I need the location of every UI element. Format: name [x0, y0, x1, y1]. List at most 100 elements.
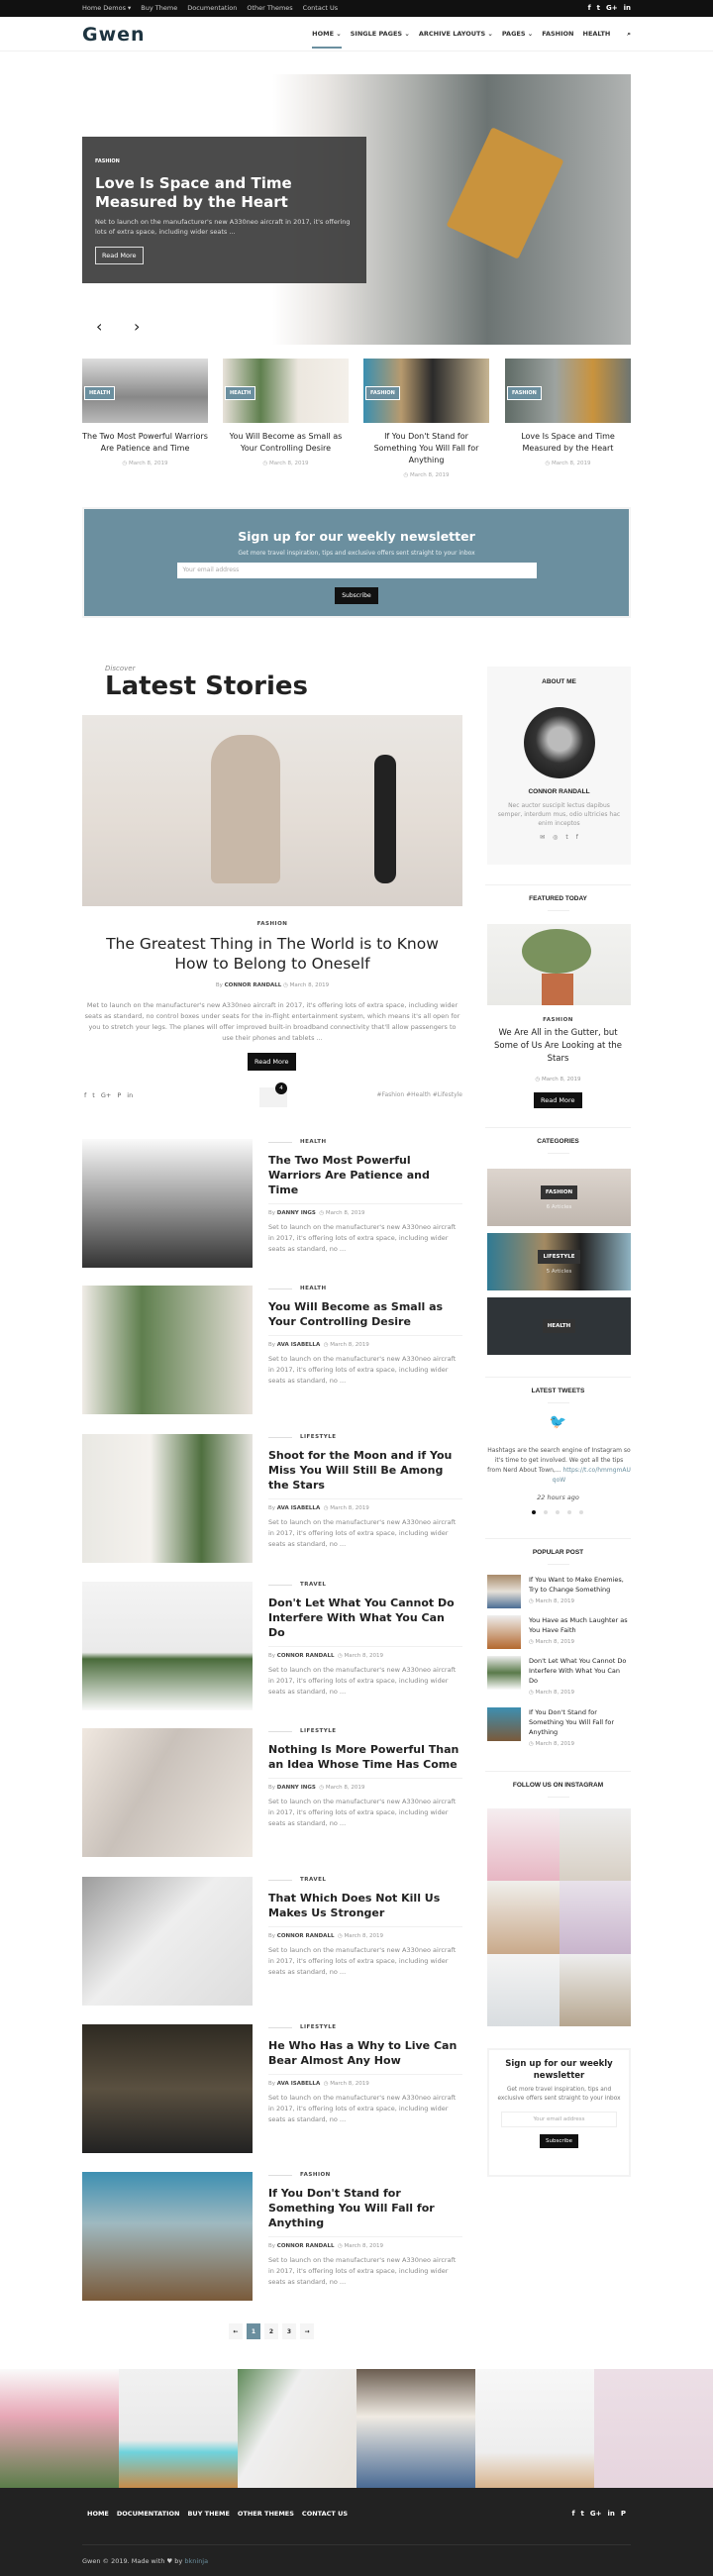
post-author[interactable]: AVA ISABELLA	[277, 1342, 320, 1348]
popular-post-item[interactable]: You Have as Much Laughter as You Have Fa…	[487, 1615, 631, 1649]
nav-single-pages[interactable]: SINGLE PAGES ⌄	[351, 30, 410, 49]
card-title[interactable]: The Two Most Powerful Warriors Are Patie…	[82, 431, 208, 455]
carousel-dot[interactable]	[532, 1510, 536, 1514]
post-category[interactable]: HEALTH	[268, 1139, 462, 1145]
footer-link-documentation[interactable]: DOCUMENTATION	[117, 2510, 180, 2518]
carousel-dot[interactable]	[567, 1510, 571, 1514]
instagram-strip-photo[interactable]	[238, 2369, 356, 2488]
nav-archive-layouts[interactable]: ARCHIVE LAYOUTS ⌄	[419, 30, 493, 49]
post-author[interactable]: DANNY INGS	[277, 1785, 316, 1791]
post-category-label[interactable]: TRAVEL	[300, 1877, 326, 1883]
sidebar-newsletter-email-input[interactable]: Your email address	[501, 2112, 617, 2127]
post-category[interactable]: TRAVEL	[268, 1582, 462, 1588]
slider-card[interactable]: HEALTH You Will Become as Small as Your …	[223, 359, 349, 466]
popular-post-title[interactable]: Don't Let What You Cannot Do Interfere W…	[529, 1656, 631, 1686]
twitter-icon[interactable]: t	[580, 2510, 583, 2518]
post-category-label[interactable]: HEALTH	[300, 1286, 327, 1291]
comment-count[interactable]: 4	[275, 1082, 287, 1094]
slider-next-icon[interactable]: ›	[134, 317, 140, 336]
featured-today-read-more[interactable]: Read More	[534, 1092, 582, 1108]
pinterest-icon[interactable]: P	[117, 1091, 121, 1099]
card-image[interactable]: FASHION	[363, 359, 489, 423]
hero-title[interactable]: Love Is Space and Time Measured by the H…	[95, 174, 354, 212]
whatsapp-icon[interactable]: ◎	[553, 834, 558, 841]
email-icon[interactable]: ✉	[540, 834, 545, 841]
post-image[interactable]	[82, 1286, 253, 1414]
footer-link-buy-theme[interactable]: BUY THEME	[187, 2510, 229, 2518]
post-category-label[interactable]: HEALTH	[300, 1139, 327, 1145]
footer-link-home[interactable]: HOME	[87, 2510, 109, 2518]
popular-post-item[interactable]: If You Want to Make Enemies, Try to Chan…	[487, 1575, 631, 1608]
facebook-icon[interactable]: f	[588, 4, 591, 12]
featured-title[interactable]: The Greatest Thing in The World is to Kn…	[82, 934, 462, 974]
featured-read-more-button[interactable]: Read More	[248, 1053, 296, 1071]
category-label[interactable]: FASHION	[540, 1185, 578, 1199]
popular-post-thumb[interactable]	[487, 1575, 521, 1608]
post-title[interactable]: He Who Has a Why to Live Can Bear Almost…	[268, 2038, 462, 2075]
post-image[interactable]	[82, 2024, 253, 2153]
category-tile-health[interactable]: HEALTH	[487, 1297, 631, 1355]
featured-tags[interactable]: #Fashion #Health #Lifestyle	[377, 1091, 462, 1098]
featured-today-title[interactable]: We Are All in the Gutter, but Some of Us…	[490, 1027, 626, 1066]
post-category[interactable]: LIFESTYLE	[268, 1434, 462, 1440]
pagination-page-1[interactable]: 1	[247, 2323, 260, 2339]
post-image[interactable]	[82, 2172, 253, 2301]
logo[interactable]: Gwen	[82, 24, 146, 46]
card-badge[interactable]: HEALTH	[225, 386, 256, 400]
slider-card[interactable]: FASHION If You Don't Stand for Something…	[363, 359, 489, 478]
post-category-label[interactable]: FASHION	[300, 2172, 331, 2178]
post-image[interactable]	[82, 1139, 253, 1268]
post-title[interactable]: Nothing Is More Powerful Than an Idea Wh…	[268, 1742, 462, 1779]
card-badge[interactable]: FASHION	[507, 386, 542, 400]
slider-prev-icon[interactable]: ‹	[96, 317, 102, 336]
post-author[interactable]: CONNOR RANDALL	[277, 2243, 335, 2249]
popular-post-title[interactable]: If You Don't Stand for Something You Wil…	[529, 1707, 631, 1737]
featured-today-image[interactable]	[487, 924, 631, 1005]
instagram-strip-photo[interactable]	[0, 2369, 119, 2488]
topbar-link-home-demos[interactable]: Home Demos ▾	[82, 4, 131, 12]
post-image[interactable]	[82, 1728, 253, 1857]
featured-post-image[interactable]	[82, 715, 462, 906]
tweet-link[interactable]: https://t.co/hmmgmAUqoW	[553, 1467, 631, 1484]
newsletter-email-input[interactable]: Your email address	[176, 563, 537, 578]
author-link[interactable]: bkninja	[184, 2557, 208, 2565]
pinterest-icon[interactable]: P	[621, 2510, 626, 2518]
carousel-dot[interactable]	[544, 1510, 548, 1514]
post-image[interactable]	[82, 1434, 253, 1563]
slider-card[interactable]: FASHION Love Is Space and Time Measured …	[505, 359, 631, 466]
card-title[interactable]: You Will Become as Small as Your Control…	[223, 431, 349, 455]
facebook-icon[interactable]: f	[84, 1091, 86, 1099]
google-plus-icon[interactable]: G+	[606, 4, 618, 12]
featured-author[interactable]: CONNOR RANDALL	[225, 982, 282, 988]
popular-post-title[interactable]: If You Want to Make Enemies, Try to Chan…	[529, 1575, 631, 1595]
popular-post-title[interactable]: You Have as Much Laughter as You Have Fa…	[529, 1615, 631, 1635]
popular-post-thumb[interactable]	[487, 1707, 521, 1741]
post-category-label[interactable]: LIFESTYLE	[300, 1434, 337, 1440]
twitter-icon[interactable]: t	[597, 4, 600, 12]
facebook-icon[interactable]: f	[576, 834, 578, 841]
instagram-strip-photo[interactable]	[356, 2369, 475, 2488]
google-plus-icon[interactable]: G+	[590, 2510, 602, 2518]
sidebar-subscribe-button[interactable]: Subscribe	[539, 2134, 579, 2148]
post-author[interactable]: CONNOR RANDALL	[277, 1653, 335, 1659]
instagram-photo[interactable]	[487, 1881, 560, 1954]
post-category-label[interactable]: TRAVEL	[300, 1582, 326, 1588]
post-title[interactable]: Don't Let What You Cannot Do Interfere W…	[268, 1596, 462, 1647]
instagram-photo[interactable]	[559, 1881, 631, 1954]
category-tile-lifestyle[interactable]: LIFESTYLE 5 Articles	[487, 1233, 631, 1290]
nav-health[interactable]: HEALTH	[583, 30, 611, 49]
popular-post-thumb[interactable]	[487, 1656, 521, 1690]
carousel-dot[interactable]	[579, 1510, 583, 1514]
nav-fashion[interactable]: FASHION	[542, 30, 573, 49]
post-category[interactable]: HEALTH	[268, 1286, 462, 1291]
topbar-link-documentation[interactable]: Documentation	[187, 4, 237, 12]
twitter-icon[interactable]: t	[565, 834, 567, 841]
nav-home[interactable]: HOME ⌄	[312, 30, 342, 49]
hero-category[interactable]: FASHION	[95, 158, 354, 164]
linkedin-icon[interactable]: in	[624, 4, 631, 12]
instagram-strip-photo[interactable]	[119, 2369, 238, 2488]
instagram-photo[interactable]	[487, 1808, 560, 1882]
topbar-link-other-themes[interactable]: Other Themes	[247, 4, 292, 12]
hero-read-more-button[interactable]: Read More	[95, 247, 144, 264]
linkedin-icon[interactable]: in	[127, 1091, 133, 1099]
